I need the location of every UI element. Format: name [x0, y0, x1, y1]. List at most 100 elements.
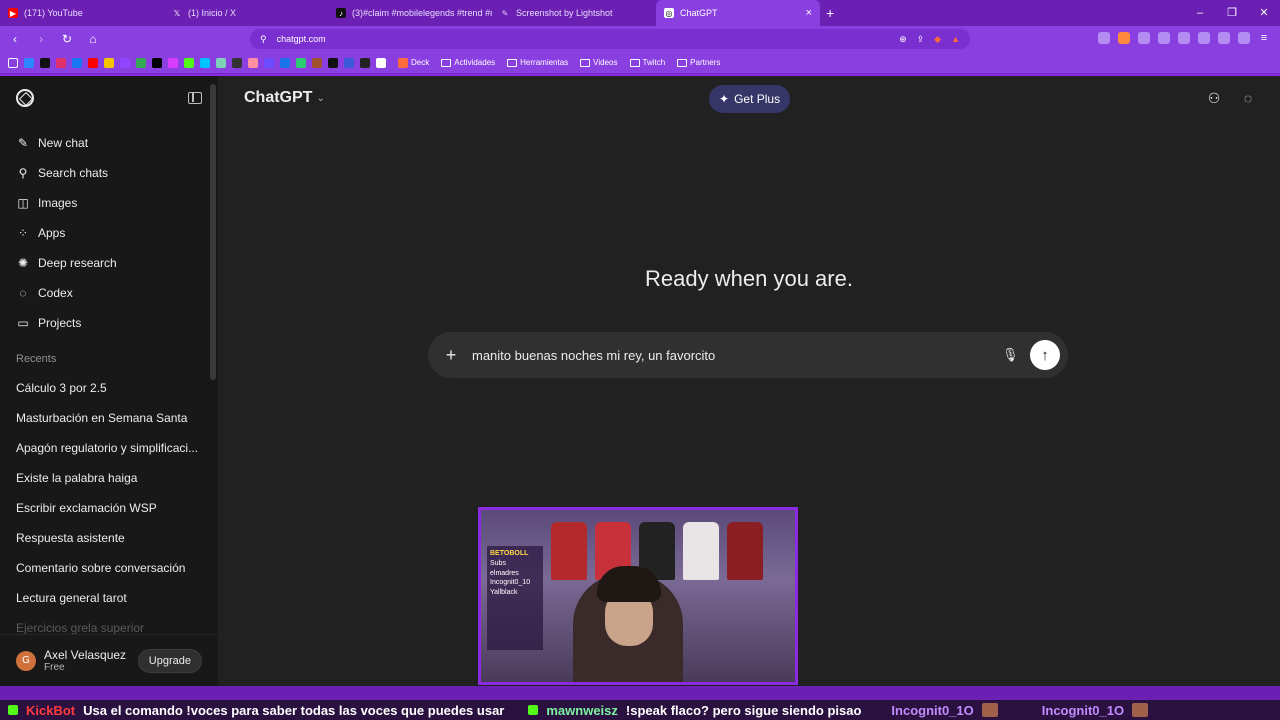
shield-icon[interactable] [1238, 32, 1250, 44]
bookmark-folder-partners[interactable]: Partners [677, 58, 720, 67]
bookmark-favicon[interactable] [24, 57, 34, 68]
upgrade-button[interactable]: Upgrade [137, 648, 202, 673]
add-people-icon[interactable]: ⚇ [1206, 90, 1222, 106]
bookmark-favicon[interactable] [200, 57, 210, 68]
send-button[interactable]: ↑ [1030, 340, 1060, 370]
sidebar-scrollbar[interactable] [210, 84, 216, 380]
sub-line: BETOBOLL [490, 550, 529, 557]
extension-icon[interactable] [1158, 32, 1170, 44]
jersey-image [683, 522, 719, 580]
extension-icon[interactable] [1098, 32, 1110, 44]
recent-chat[interactable]: Comentario sobre conversación [10, 553, 208, 583]
bookmark-favicon[interactable] [104, 57, 114, 68]
share-icon[interactable]: ⇪ [917, 34, 925, 45]
plus-icon[interactable]: + [442, 345, 460, 366]
recent-chat[interactable]: Cálculo 3 por 2.5 [10, 373, 208, 403]
get-plus-button[interactable]: ✦ Get Plus [709, 85, 791, 113]
header-actions: ⚇ ◌ [1206, 90, 1256, 107]
minimize-icon[interactable]: – [1184, 0, 1216, 26]
close-tab-icon[interactable]: × [806, 7, 812, 19]
bookmark-favicon[interactable] [232, 57, 242, 68]
tab-chatgpt[interactable]: ◎ ChatGPT × [656, 0, 820, 26]
openai-logo-icon[interactable] [16, 89, 34, 107]
recent-chat[interactable]: Lectura general tarot [10, 583, 208, 613]
new-tab-icon[interactable]: + [826, 5, 834, 21]
temporary-chat-icon[interactable]: ◌ [1240, 90, 1256, 106]
recents-list: Cálculo 3 por 2.5 Masturbación en Semana… [10, 373, 208, 643]
apps-grid-icon[interactable] [8, 57, 18, 68]
site-info-icon[interactable]: ⚲ [260, 34, 267, 45]
bookmark-favicon[interactable] [168, 57, 178, 68]
bookmark-favicon[interactable] [72, 57, 82, 68]
forward-icon[interactable]: › [34, 32, 48, 46]
bookmark-favicon[interactable] [40, 57, 50, 68]
bookmark-folder-videos[interactable]: Videos [580, 58, 618, 67]
bookmark-favicon[interactable] [344, 57, 354, 68]
microphone-icon[interactable]: 🎙 [1002, 347, 1019, 363]
sidebar-item-new-chat[interactable]: ✎ New chat [10, 128, 208, 158]
bookmark-favicon[interactable] [136, 57, 146, 68]
bookmark-label: Actividades [454, 58, 496, 67]
folder-icon [677, 58, 688, 67]
bookmark-deck[interactable]: Deck [398, 57, 429, 68]
sidebar-item-projects[interactable]: ▭ Projects [10, 308, 208, 338]
puzzle-icon[interactable] [1218, 32, 1230, 44]
user-menu[interactable]: G Axel Velasquez Free Upgrade [0, 634, 218, 686]
folder-icon [580, 58, 591, 67]
bookmark-favicon[interactable] [184, 57, 194, 68]
omnibox-actions: ⊕ ⇪ ◆ ▲ [899, 34, 960, 45]
rewards-icon[interactable]: ▲ [951, 34, 960, 45]
music-icon[interactable] [1178, 32, 1190, 44]
bookmark-favicon[interactable] [120, 57, 130, 68]
page-title: Ready when you are. [645, 266, 853, 291]
tab-youtube[interactable]: ▶ (171) YouTube [0, 0, 164, 26]
recent-chat[interactable]: Existe la palabra haiga [10, 463, 208, 493]
url-bar[interactable]: ⚲ chatgpt.com ⊕ ⇪ ◆ ▲ [250, 29, 970, 49]
bookmark-favicon[interactable] [264, 57, 274, 68]
bookmark-favicon[interactable] [56, 57, 66, 68]
menu-icon[interactable]: ≡ [1258, 32, 1270, 44]
extension-icon[interactable] [1138, 32, 1150, 44]
sidebar-item-images[interactable]: ◫ Images [10, 188, 208, 218]
bookmark-favicon[interactable] [280, 57, 290, 68]
bookmark-favicon[interactable] [152, 57, 162, 68]
recent-chat[interactable]: Masturbación en Semana Santa [10, 403, 208, 433]
bookmark-folder-actividades[interactable]: Actividades [441, 58, 495, 67]
bookmark-folder-herramientas[interactable]: Herramientas [507, 58, 568, 67]
bookmark-favicon[interactable] [296, 57, 306, 68]
close-window-icon[interactable]: ✕ [1248, 0, 1280, 26]
sidebar-item-search-chats[interactable]: ⚲ Search chats [10, 158, 208, 188]
wallet-icon[interactable] [1198, 32, 1210, 44]
back-icon[interactable]: ‹ [8, 32, 22, 46]
bookmark-label: Partners [690, 58, 721, 67]
sidebar-item-deep-research[interactable]: ✺ Deep research [10, 248, 208, 278]
prompt-input[interactable]: manito buenas noches mi rey, un favorcit… [472, 348, 990, 363]
tab-x[interactable]: 𝕏 (1) Inicio / X [164, 0, 328, 26]
tab-title: (1) Inicio / X [188, 8, 237, 18]
extension-icon[interactable] [1118, 32, 1130, 44]
bookmark-favicon[interactable] [360, 57, 370, 68]
reload-icon[interactable]: ↻ [60, 32, 74, 46]
bookmark-favicon[interactable] [248, 57, 258, 68]
home-icon[interactable]: ⌂ [86, 32, 100, 46]
sidebar-item-label: Images [38, 196, 78, 210]
sidebar-item-codex[interactable]: ◌ Codex [10, 278, 208, 308]
sidebar-item-label: Deep research [38, 256, 117, 270]
restore-icon[interactable]: ❐ [1216, 0, 1248, 26]
model-selector[interactable]: ChatGPT ⌄ [244, 89, 325, 107]
brave-shield-icon[interactable]: ◆ [934, 34, 941, 45]
bookmark-favicon[interactable] [88, 57, 98, 68]
bookmark-favicon[interactable] [376, 57, 386, 68]
sidebar-toggle-icon[interactable] [188, 92, 202, 104]
tab-tiktok[interactable]: ♪ (3)#claim #mobilelegends #trend #m [328, 0, 492, 26]
tab-lightshot[interactable]: ✎ Screenshot by Lightshot [492, 0, 656, 26]
recent-chat[interactable]: Respuesta asistente [10, 523, 208, 553]
sidebar-item-apps[interactable]: ⁘ Apps [10, 218, 208, 248]
bookmark-favicon[interactable] [328, 57, 338, 68]
bookmark-favicon[interactable] [216, 57, 226, 68]
recent-chat[interactable]: Escribir exclamación WSP [10, 493, 208, 523]
recent-chat[interactable]: Apagón regulatorio y simplificaci... [10, 433, 208, 463]
bookmark-favicon[interactable] [312, 57, 322, 68]
bookmark-folder-twitch[interactable]: Twitch [629, 58, 665, 67]
zoom-icon[interactable]: ⊕ [899, 34, 907, 45]
